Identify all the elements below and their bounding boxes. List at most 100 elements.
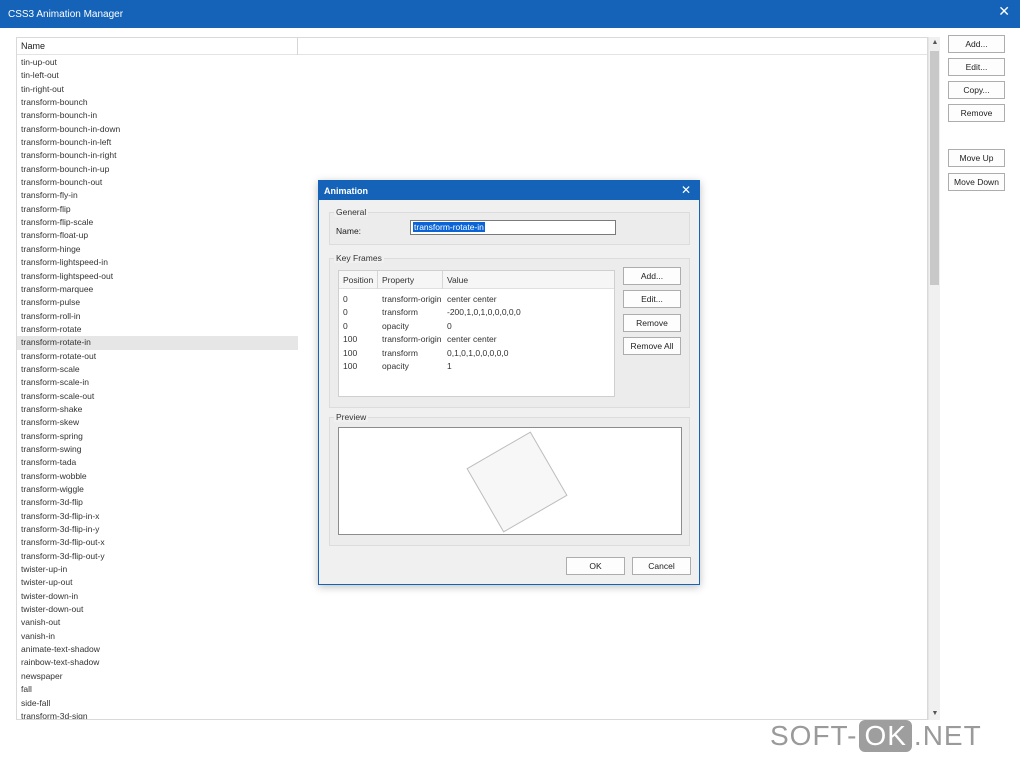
keyframe-position: 100 — [343, 347, 358, 358]
dialog-close-icon[interactable]: ✕ — [681, 183, 691, 197]
list-item[interactable]: transform-bounch — [17, 96, 298, 109]
name-label: Name: — [336, 226, 362, 236]
list-item[interactable]: transform-bounch-in-up — [17, 163, 298, 176]
list-item[interactable]: vanish-out — [17, 616, 298, 629]
ok-button[interactable]: OK — [566, 557, 625, 575]
animation-name-input[interactable]: transform-rotate-in — [410, 220, 616, 235]
list-item[interactable]: transform-bounch-in — [17, 109, 298, 122]
list-item[interactable]: transform-spring — [17, 430, 298, 443]
remove-button[interactable]: Remove — [948, 104, 1005, 122]
list-item[interactable]: transform-bounch-out — [17, 176, 298, 189]
keyframe-property: transform — [382, 347, 418, 358]
animation-preview — [338, 427, 682, 535]
keyframe-position: 0 — [343, 307, 348, 318]
list-scrollbar[interactable]: ▲ ▼ — [928, 37, 940, 720]
list-item[interactable]: transform-flip — [17, 203, 298, 216]
cancel-button[interactable]: Cancel — [632, 557, 691, 575]
keyframe-position: 0 — [343, 294, 348, 304]
keyframes-table[interactable]: Position Property Value 0 transform-origi… — [338, 270, 615, 397]
move-up-button[interactable]: Move Up — [948, 149, 1005, 167]
window-title: CSS3 Animation Manager — [8, 9, 124, 20]
list-item[interactable]: transform-shake — [17, 403, 298, 416]
list-item[interactable]: fall — [17, 683, 298, 696]
list-header: Name — [17, 38, 927, 55]
list-item[interactable]: transform-3d-flip — [17, 496, 298, 509]
list-item[interactable]: transform-bounch-in-right — [17, 149, 298, 162]
table-row[interactable]: 0 transform-origin center center — [339, 293, 614, 306]
dialog-titlebar: Animation ✕ — [319, 181, 699, 200]
table-row[interactable]: 100 opacity 1 — [339, 360, 614, 373]
watermark-left: SOFT- — [770, 720, 858, 751]
close-icon[interactable]: ✕ — [998, 4, 1010, 18]
list-item[interactable]: transform-skew — [17, 416, 298, 429]
list-item[interactable]: transform-scale — [17, 363, 298, 376]
list-item[interactable]: newspaper — [17, 670, 298, 683]
keyframe-position: 0 — [343, 320, 348, 331]
list-item[interactable]: transform-hinge — [17, 243, 298, 256]
keyframe-remove-button[interactable]: Remove — [623, 314, 681, 332]
watermark: SOFT- OK .NET — [770, 720, 982, 760]
keyframe-position: 100 — [343, 361, 358, 371]
keyframe-edit-button[interactable]: Edit... — [623, 290, 681, 308]
list-item[interactable]: transform-marquee — [17, 283, 298, 296]
copy-button[interactable]: Copy... — [948, 81, 1005, 99]
table-row[interactable]: 0 opacity 0 — [339, 320, 614, 333]
list-item[interactable]: transform-bounch-in-left — [17, 136, 298, 149]
list-item[interactable]: tin-left-out — [17, 69, 298, 82]
column-header-position[interactable]: Position — [339, 271, 378, 289]
table-row[interactable]: 100 transform 0,1,0,1,0,0,0,0,0 — [339, 347, 614, 360]
list-item[interactable]: tin-right-out — [17, 83, 298, 96]
list-item[interactable]: transform-3d-flip-out-x — [17, 536, 298, 549]
column-header-value[interactable]: Value — [443, 271, 616, 289]
column-header-name[interactable]: Name — [17, 38, 298, 55]
list-item[interactable]: animate-text-shadow — [17, 643, 298, 656]
list-item[interactable]: twister-up-out — [17, 576, 298, 589]
keyframe-value: center center — [447, 294, 497, 304]
list-item[interactable]: side-fall — [17, 697, 298, 710]
list-item[interactable]: transform-rotate-in — [17, 336, 298, 350]
list-item[interactable]: transform-rotate-out — [17, 350, 298, 363]
list-item[interactable]: transform-swing — [17, 443, 298, 456]
move-down-button[interactable]: Move Down — [948, 173, 1005, 191]
list-item[interactable]: transform-wobble — [17, 470, 298, 483]
list-item[interactable]: transform-wiggle — [17, 483, 298, 496]
list-item[interactable]: transform-tada — [17, 456, 298, 469]
list-item[interactable]: transform-3d-flip-in-y — [17, 523, 298, 536]
list-item[interactable]: transform-bounch-in-down — [17, 123, 298, 136]
list-item[interactable]: twister-down-in — [17, 590, 298, 603]
list-item[interactable]: rainbow-text-shadow — [17, 656, 298, 669]
list-item[interactable]: twister-down-out — [17, 603, 298, 616]
keyframe-property: opacity — [382, 320, 409, 331]
list-item[interactable]: transform-3d-flip-in-x — [17, 510, 298, 523]
scroll-up-arrow-icon[interactable]: ▲ — [929, 37, 941, 49]
list-item[interactable]: tin-up-out — [17, 56, 298, 69]
keyframe-add-button[interactable]: Add... — [623, 267, 681, 285]
list-item[interactable]: transform-3d-sign — [17, 710, 298, 719]
table-row[interactable]: 100 transform-origin center center — [339, 333, 614, 346]
keyframe-remove-all-button[interactable]: Remove All — [623, 337, 681, 355]
list-item[interactable]: transform-scale-out — [17, 390, 298, 403]
keyframe-property: transform — [382, 307, 418, 318]
list-item[interactable]: transform-rotate — [17, 323, 298, 336]
list-item[interactable]: transform-roll-in — [17, 310, 298, 323]
list-item[interactable]: transform-scale-in — [17, 376, 298, 389]
list-item[interactable]: twister-up-in — [17, 563, 298, 576]
keyframe-value: 0 — [447, 320, 452, 331]
keyframe-property: transform-origin — [382, 334, 442, 345]
list-item[interactable]: vanish-in — [17, 630, 298, 643]
edit-button[interactable]: Edit... — [948, 58, 1005, 76]
scroll-thumb[interactable] — [930, 51, 939, 285]
list-item[interactable]: transform-pulse — [17, 296, 298, 309]
keyframe-property: opacity — [382, 361, 409, 371]
scroll-down-arrow-icon[interactable]: ▼ — [929, 708, 941, 720]
list-item[interactable]: transform-lightspeed-out — [17, 270, 298, 283]
column-header-property[interactable]: Property — [378, 271, 443, 289]
preview-animated-square — [466, 431, 568, 533]
list-item[interactable]: transform-lightspeed-in — [17, 256, 298, 269]
table-row[interactable]: 0 transform -200,1,0,1,0,0,0,0,0 — [339, 306, 614, 319]
list-item[interactable]: transform-3d-flip-out-y — [17, 550, 298, 563]
list-item[interactable]: transform-float-up — [17, 229, 298, 242]
list-item[interactable]: transform-flip-scale — [17, 216, 298, 229]
list-item[interactable]: transform-fly-in — [17, 189, 298, 202]
add-button[interactable]: Add... — [948, 35, 1005, 53]
